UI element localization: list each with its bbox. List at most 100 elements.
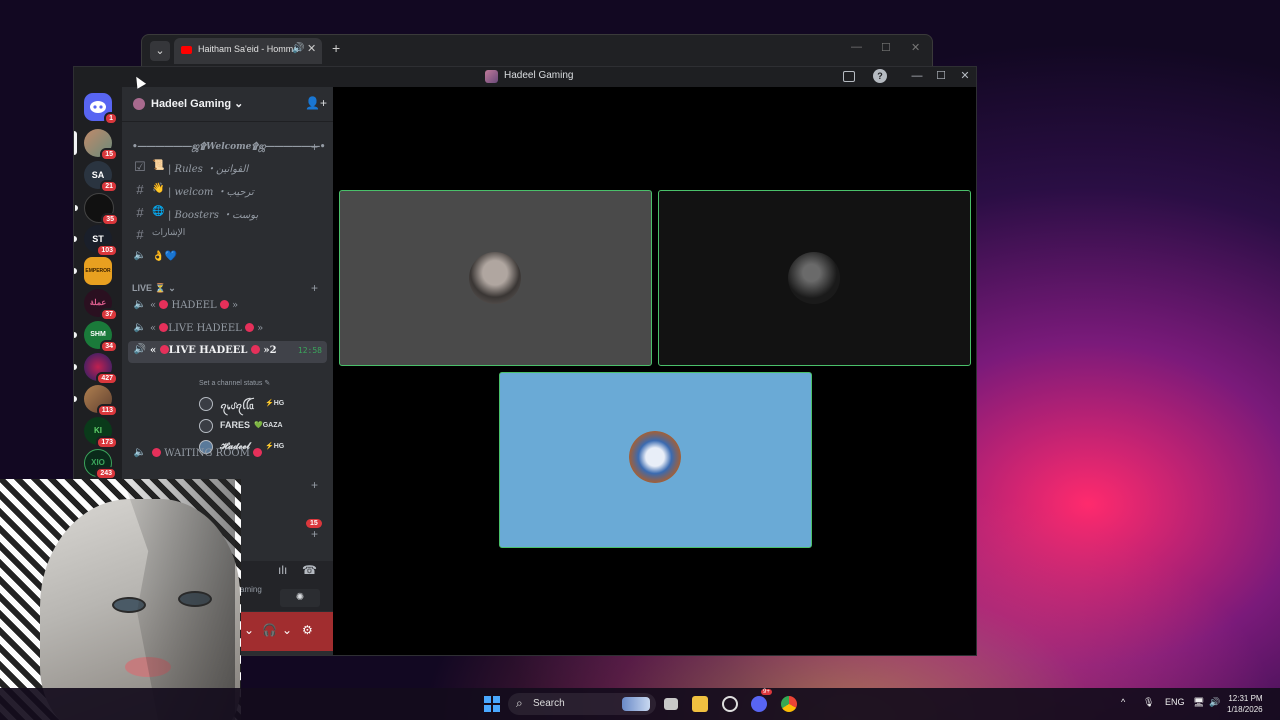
chrome-icon[interactable] [781,696,797,712]
browser-tab[interactable]: Haitham Sa'eid - Homma M 🔊 ✕ [174,38,322,64]
server-badge: 15 [100,148,118,161]
volume-icon[interactable]: 🔊 [1209,697,1220,708]
red-dot-icon [159,300,169,309]
channel-welcom[interactable]: # 👋 | welcom ・ترحيب [128,179,327,199]
set-channel-status[interactable]: Set a channel status ✎ [199,379,270,387]
speaker-icon: 🔈 [133,322,147,333]
server-icon-8[interactable]: 427 [74,353,118,385]
help-icon[interactable]: ? [873,69,887,83]
network-icon[interactable]: 🖥 [1193,697,1204,708]
server-icon-3[interactable]: 35 [75,193,119,226]
start-icon[interactable] [484,696,500,712]
soundboard-button[interactable]: ✺ [280,589,320,607]
create-channel-button[interactable]: + [311,140,318,154]
call-timer: 12:58 [297,346,322,355]
youtube-icon [181,46,192,54]
server-icon-4[interactable]: ST 103 [74,225,118,257]
server-header[interactable]: Hadeel Gaming ⌄ 👤+ [122,87,333,122]
chevron-down-icon[interactable]: ⌄ [282,623,292,637]
emoji: 👌💙 [152,251,177,262]
channel-rules[interactable]: ☑ 📜 | Rules ・القوانين [128,156,327,176]
user-name: FARES [220,420,251,430]
minimize-button[interactable]: — [851,41,862,53]
minimize-button[interactable]: — [910,69,924,83]
speaker-icon[interactable]: 🔊 [292,43,304,54]
globe-emoji: 🌐 [152,206,165,217]
new-tab-button[interactable]: + [332,40,340,56]
server-name: Hadeel Gaming ⌄ [151,98,244,110]
discord-home-icon[interactable]: 1 [84,93,118,125]
server-icon-10[interactable]: KI 173 [84,417,118,449]
maximize-button[interactable]: ☐ [881,41,891,54]
unread-dot [74,364,77,370]
server-icon-6[interactable]: عملة 37 [84,289,118,321]
inbox-icon[interactable] [843,71,855,82]
settings-gear-icon[interactable]: ⚙ [302,623,313,637]
server-icon-7[interactable]: SHM 34 [74,321,118,353]
app-icon[interactable] [722,696,738,712]
maximize-button[interactable]: ☐ [934,69,948,83]
voice-channel-live-hadeel-2[interactable]: 🔊 « LIVE HADEEL »2 12:58 [128,341,327,363]
noise-suppression-icon[interactable]: ılı [278,563,287,577]
microphone-icon[interactable]: 🎙 [1143,697,1154,708]
clock[interactable]: 12:31 PM 1/18/2026 [1227,693,1263,715]
category-live[interactable]: LIVE ⏳ ⌄ [132,283,176,294]
selected-pill [74,131,77,155]
hash-icon: # [136,205,144,220]
task-view-icon[interactable] [664,698,678,710]
file-explorer-icon[interactable] [692,696,708,712]
headphones-icon[interactable]: 🎧 [262,623,277,637]
channel-name: « HADEEL » [150,300,239,311]
voice-channel-ok[interactable]: 🔈 👌💙 [128,247,327,267]
voice-stage [333,87,976,655]
taskbar-search[interactable]: ⌕ Search [508,693,656,715]
close-button[interactable]: ✕ [911,41,920,54]
language-indicator[interactable]: ENG [1165,697,1185,707]
server-icon-5[interactable]: EMPEROR [74,257,112,285]
server-badge: 35 [101,213,119,226]
disconnect-icon[interactable]: ☎ [302,563,317,577]
webcam-overlay [0,479,241,720]
server-icon-11[interactable]: XIO 243 [84,449,117,480]
channel-name: | Rules ・القوانين [168,164,249,175]
channel-name: | Boosters ・بوست [168,210,259,221]
server-label: KI [94,426,102,435]
window-title: Hadeel Gaming [504,70,574,81]
server-icon-9[interactable]: 113 [74,385,118,417]
chevron-down-icon[interactable]: ⌄ [244,623,254,637]
unread-dot [74,236,77,242]
create-channel-button[interactable]: + [311,478,318,492]
user-name: ꪖ᥇ᦔꪖꪶꪶᥲ [220,401,255,411]
unread-dot [75,205,78,211]
red-dot-icon [219,300,229,309]
scroll-emoji: 📜 [152,160,165,171]
search-icon: ⌕ [516,696,523,710]
voice-channel-waiting-room[interactable]: 🔈 WAITING ROOM [128,444,327,464]
server-badge: 103 [96,244,118,257]
participant-tile-2[interactable] [658,190,971,366]
server-badge: 427 [96,372,118,385]
server-icon [485,70,498,83]
close-button[interactable]: ✕ [958,69,972,83]
user-tag: 💚GAZA [254,422,283,429]
channel-boosters[interactable]: # 🌐 | Boosters ・بوست [128,202,327,222]
tab-search-button[interactable]: ⌄ [150,41,170,61]
unread-dot [74,396,77,402]
participant-tile-3[interactable] [499,372,812,548]
server-icon-2[interactable]: SA 21 [84,161,118,193]
discord-taskbar-icon[interactable]: 9+ [751,689,772,712]
invite-people-icon[interactable]: 👤+ [305,96,327,110]
participant-avatar [629,431,681,483]
show-hidden-icons[interactable]: ^ [1121,697,1125,707]
participant-avatar [469,252,521,304]
tab-close-button[interactable]: ✕ [307,42,316,55]
voice-channel-hadeel[interactable]: 🔈 « HADEEL » [128,296,327,316]
server-icon-1[interactable]: 15 [74,129,118,161]
red-dot-icon [159,345,169,354]
voice-channel-live-hadeel[interactable]: 🔈 « LIVE HADEEL » [128,319,327,339]
participant-tile-1[interactable] [339,190,652,366]
category-welcome[interactable]: •――――――ஜ۩Welcome۩ஜ――――――• [132,142,325,153]
create-channel-button[interactable]: + [311,281,318,295]
channel-mentions[interactable]: # الإشارات [128,224,327,244]
create-channel-button[interactable]: + [311,527,318,541]
